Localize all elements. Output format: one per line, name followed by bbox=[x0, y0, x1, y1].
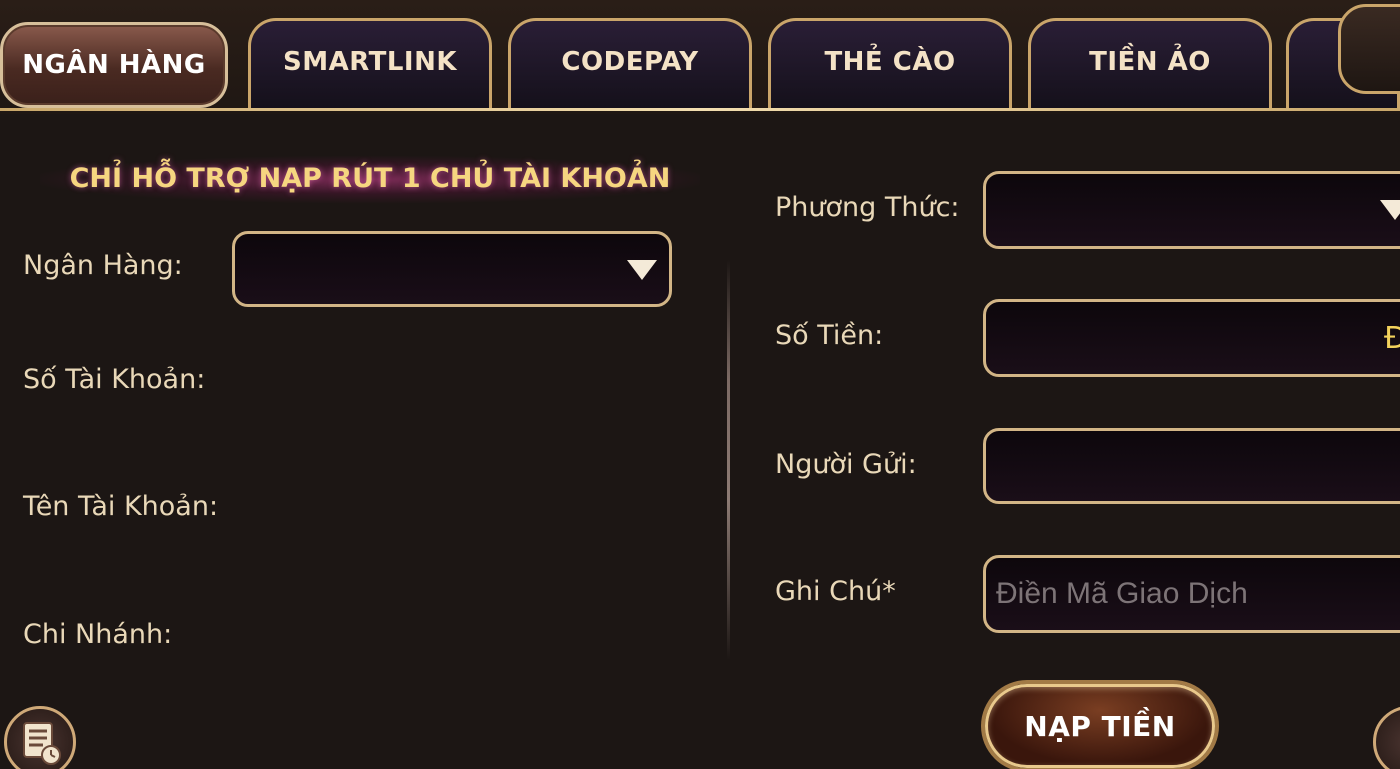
tab-tien-ao[interactable]: TIỀN ẢO bbox=[1028, 18, 1272, 110]
tab-label: THẺ CÀO bbox=[824, 46, 956, 77]
tab-ngan-hang[interactable]: NGÂN HÀNG bbox=[0, 22, 228, 108]
account-name-label: Tên Tài Khoản: bbox=[23, 491, 219, 522]
amount-input[interactable] bbox=[983, 299, 1400, 377]
panel-divider bbox=[727, 260, 730, 660]
currency-symbol: Đ bbox=[1384, 320, 1400, 356]
deposit-button[interactable]: NẠP TIỀN bbox=[985, 684, 1215, 768]
method-select[interactable] bbox=[983, 171, 1400, 249]
tab-label: CODEPAY bbox=[561, 46, 699, 77]
bank-select[interactable] bbox=[232, 231, 672, 307]
bank-select-value bbox=[245, 234, 657, 304]
tab-smartlink[interactable]: SMARTLINK bbox=[248, 18, 492, 110]
history-icon bbox=[23, 722, 61, 765]
amount-label: Số Tiền: bbox=[775, 320, 884, 351]
deposit-screen: SMARTLINK CODEPAY THẺ CÀO TIỀN ẢO G NGÂN… bbox=[0, 0, 1400, 769]
note-input[interactable]: Điền Mã Giao Dịch bbox=[983, 555, 1400, 633]
note-input-placeholder: Điền Mã Giao Dịch bbox=[996, 577, 1248, 610]
tab-label: NGÂN HÀNG bbox=[22, 50, 206, 80]
deposit-button-label: NẠP TIỀN bbox=[1024, 709, 1176, 743]
sender-label: Người Gửi: bbox=[775, 449, 917, 480]
method-select-value bbox=[996, 174, 1400, 246]
side-button[interactable] bbox=[1373, 706, 1400, 769]
history-button[interactable] bbox=[4, 706, 76, 769]
account-number-label: Số Tài Khoản: bbox=[23, 364, 206, 395]
tab-codepay[interactable]: CODEPAY bbox=[508, 18, 752, 110]
bank-label: Ngân Hàng: bbox=[23, 250, 183, 281]
method-label: Phương Thức: bbox=[775, 192, 960, 223]
amount-input-value bbox=[996, 302, 1400, 374]
sender-input-value bbox=[996, 431, 1400, 501]
notice-banner: CHỈ HỖ TRỢ NẠP RÚT 1 CHỦ TÀI KHOẢN bbox=[40, 140, 700, 216]
note-label: Ghi Chú* bbox=[775, 576, 896, 607]
chevron-down-icon bbox=[1380, 200, 1400, 220]
notice-banner-text: CHỈ HỖ TRỢ NẠP RÚT 1 CHỦ TÀI KHOẢN bbox=[69, 162, 671, 194]
branch-label: Chi Nhánh: bbox=[23, 619, 173, 650]
tab-bar-underline bbox=[0, 108, 1400, 111]
tab-the-cao[interactable]: THẺ CÀO bbox=[768, 18, 1012, 110]
close-button[interactable] bbox=[1338, 4, 1400, 94]
sender-input[interactable] bbox=[983, 428, 1400, 504]
chevron-down-icon bbox=[627, 260, 657, 280]
tab-label: SMARTLINK bbox=[283, 46, 457, 77]
tab-label: TIỀN ẢO bbox=[1089, 46, 1211, 77]
